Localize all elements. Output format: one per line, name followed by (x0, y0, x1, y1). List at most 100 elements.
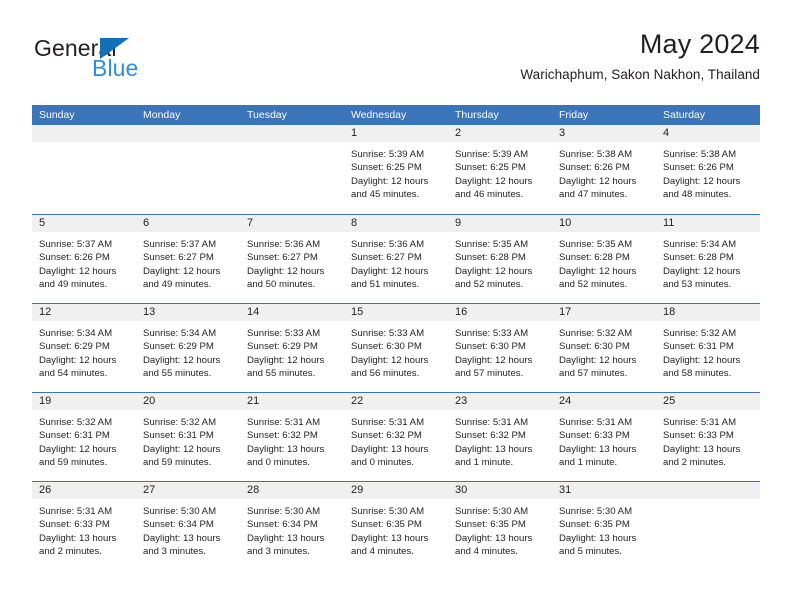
day-details: Sunrise: 5:30 AM Sunset: 6:35 PM Daylight:… (344, 499, 448, 559)
day-cell[interactable]: 19 Sunrise: 5:32 AM Sunset: 6:31 PM Dayligh… (32, 393, 136, 481)
sunrise-time: Sunrise: 5:31 AM (351, 417, 425, 428)
day-cell[interactable]: 21 Sunrise: 5:31 AM Sunset: 6:32 PM Dayligh… (240, 393, 344, 481)
daylight-duration-line2: and 53 minutes. (663, 279, 732, 291)
day-cell[interactable]: 12 Sunrise: 5:34 AM Sunset: 6:29 PM Dayligh… (32, 304, 136, 392)
daylight-duration-line1: Daylight: 12 hours (351, 265, 429, 277)
day-number-band: 6 (136, 215, 240, 232)
sunset-time: Sunset: 6:34 PM (143, 519, 214, 531)
daylight-duration-line1: Daylight: 12 hours (663, 175, 741, 187)
day-details: Sunrise: 5:32 AM Sunset: 6:31 PM Daylight:… (32, 410, 136, 470)
day-number: 16 (455, 306, 468, 318)
daylight-duration-line2: and 46 minutes. (455, 189, 524, 201)
general-blue-logo[interactable]: General Blue (32, 36, 262, 90)
sunrise-time: Sunrise: 5:33 AM (351, 328, 425, 339)
day-number: 5 (39, 217, 46, 229)
sunrise-time: Sunrise: 5:39 AM (351, 149, 425, 160)
calendar-week-inner: 19 Sunrise: 5:32 AM Sunset: 6:31 PM Dayligh… (32, 393, 760, 481)
day-cell[interactable]: 26 Sunrise: 5:31 AM Sunset: 6:33 PM Dayligh… (32, 482, 136, 570)
day-details: Sunrise: 5:32 AM Sunset: 6:30 PM Daylight:… (552, 321, 656, 381)
day-cell[interactable]: 29 Sunrise: 5:30 AM Sunset: 6:35 PM Dayligh… (344, 482, 448, 570)
day-details: Sunrise: 5:38 AM Sunset: 6:26 PM Daylight:… (656, 142, 760, 202)
day-cell[interactable]: 8 Sunrise: 5:36 AM Sunset: 6:27 PM Daylight… (344, 215, 448, 303)
day-number-band: 31 (552, 482, 656, 499)
daylight-duration-line1: Daylight: 13 hours (455, 532, 533, 544)
day-cell[interactable]: 1 Sunrise: 5:39 AM Sunset: 6:25 PM Daylight… (344, 125, 448, 214)
day-number: 24 (559, 395, 572, 407)
sunset-time: Sunset: 6:30 PM (455, 341, 526, 353)
daylight-duration-line2: and 49 minutes. (39, 279, 108, 291)
sunset-time: Sunset: 6:35 PM (351, 519, 422, 531)
day-cell[interactable]: 28 Sunrise: 5:30 AM Sunset: 6:34 PM Dayligh… (240, 482, 344, 570)
day-cell[interactable]: 20 Sunrise: 5:32 AM Sunset: 6:31 PM Dayligh… (136, 393, 240, 481)
day-number-band: 23 (448, 393, 552, 410)
day-cell[interactable]: 27 Sunrise: 5:30 AM Sunset: 6:34 PM Dayligh… (136, 482, 240, 570)
day-cell[interactable]: 24 Sunrise: 5:31 AM Sunset: 6:33 PM Dayligh… (552, 393, 656, 481)
calendar-weeks: 1 Sunrise: 5:39 AM Sunset: 6:25 PM Daylight… (32, 125, 760, 570)
day-cell[interactable]: 3 Sunrise: 5:38 AM Sunset: 6:26 PM Daylight… (552, 125, 656, 214)
sunset-time: Sunset: 6:28 PM (559, 252, 630, 264)
sunrise-time: Sunrise: 5:39 AM (455, 149, 529, 160)
sunset-time: Sunset: 6:25 PM (455, 162, 526, 174)
daylight-duration-line2: and 59 minutes. (143, 457, 212, 469)
daylight-duration-line1: Daylight: 12 hours (247, 265, 325, 277)
daylight-duration-line2: and 47 minutes. (559, 189, 628, 201)
day-number: 26 (39, 484, 52, 496)
day-number: 2 (455, 127, 462, 139)
day-number-band (32, 125, 136, 142)
day-cell[interactable]: 22 Sunrise: 5:31 AM Sunset: 6:32 PM Dayligh… (344, 393, 448, 481)
day-cell[interactable]: 30 Sunrise: 5:30 AM Sunset: 6:35 PM Dayligh… (448, 482, 552, 570)
day-cell[interactable]: 16 Sunrise: 5:33 AM Sunset: 6:30 PM Dayligh… (448, 304, 552, 392)
day-cell[interactable]: 6 Sunrise: 5:37 AM Sunset: 6:27 PM Daylight… (136, 215, 240, 303)
daylight-duration-line2: and 5 minutes. (559, 546, 622, 558)
sunset-time: Sunset: 6:34 PM (247, 519, 318, 531)
daylight-duration-line1: Daylight: 12 hours (39, 354, 117, 366)
day-cell[interactable]: 9 Sunrise: 5:35 AM Sunset: 6:28 PM Daylight… (448, 215, 552, 303)
day-number: 27 (143, 484, 156, 496)
day-cell[interactable]: 11 Sunrise: 5:34 AM Sunset: 6:28 PM Dayligh… (656, 215, 760, 303)
sunset-time: Sunset: 6:31 PM (39, 430, 110, 442)
sunset-time: Sunset: 6:32 PM (247, 430, 318, 442)
sunrise-time: Sunrise: 5:31 AM (247, 417, 321, 428)
day-number: 15 (351, 306, 364, 318)
day-cell[interactable]: 4 Sunrise: 5:38 AM Sunset: 6:26 PM Daylight… (656, 125, 760, 214)
day-cell[interactable]: 14 Sunrise: 5:33 AM Sunset: 6:29 PM Dayligh… (240, 304, 344, 392)
sunrise-time: Sunrise: 5:35 AM (455, 239, 529, 250)
daylight-duration-line1: Daylight: 13 hours (351, 532, 429, 544)
daylight-duration-line1: Daylight: 13 hours (559, 532, 637, 544)
daylight-duration-line1: Daylight: 12 hours (351, 354, 429, 366)
day-number-band: 25 (656, 393, 760, 410)
sunrise-time: Sunrise: 5:31 AM (559, 417, 633, 428)
sunset-time: Sunset: 6:28 PM (663, 252, 734, 264)
day-cell[interactable]: 2 Sunrise: 5:39 AM Sunset: 6:25 PM Daylight… (448, 125, 552, 214)
day-number-band: 12 (32, 304, 136, 321)
day-cell[interactable]: 17 Sunrise: 5:32 AM Sunset: 6:30 PM Dayligh… (552, 304, 656, 392)
sunrise-time: Sunrise: 5:35 AM (559, 239, 633, 250)
sunrise-time: Sunrise: 5:32 AM (143, 417, 217, 428)
day-cell[interactable]: 13 Sunrise: 5:34 AM Sunset: 6:29 PM Dayligh… (136, 304, 240, 392)
day-details: Sunrise: 5:32 AM Sunset: 6:31 PM Daylight:… (656, 321, 760, 381)
sunrise-time: Sunrise: 5:31 AM (455, 417, 529, 428)
day-cell[interactable]: 25 Sunrise: 5:31 AM Sunset: 6:33 PM Dayligh… (656, 393, 760, 481)
day-cell[interactable]: 23 Sunrise: 5:31 AM Sunset: 6:32 PM Dayligh… (448, 393, 552, 481)
day-cell[interactable]: 15 Sunrise: 5:33 AM Sunset: 6:30 PM Dayligh… (344, 304, 448, 392)
sunrise-time: Sunrise: 5:30 AM (455, 506, 529, 517)
day-number-band: 24 (552, 393, 656, 410)
day-number-band: 17 (552, 304, 656, 321)
day-cell[interactable]: 5 Sunrise: 5:37 AM Sunset: 6:26 PM Daylight… (32, 215, 136, 303)
day-details: Sunrise: 5:33 AM Sunset: 6:30 PM Daylight:… (448, 321, 552, 381)
sunrise-time: Sunrise: 5:34 AM (39, 328, 113, 339)
day-number-band: 28 (240, 482, 344, 499)
day-cell[interactable]: 31 Sunrise: 5:30 AM Sunset: 6:35 PM Dayligh… (552, 482, 656, 570)
day-cell[interactable]: 7 Sunrise: 5:36 AM Sunset: 6:27 PM Daylight… (240, 215, 344, 303)
day-number-band: 1 (344, 125, 448, 142)
daylight-duration-line2: and 58 minutes. (663, 368, 732, 380)
daylight-duration-line2: and 3 minutes. (143, 546, 206, 558)
day-cell[interactable]: 18 Sunrise: 5:32 AM Sunset: 6:31 PM Dayligh… (656, 304, 760, 392)
daylight-duration-line1: Daylight: 13 hours (455, 443, 533, 455)
sunset-time: Sunset: 6:33 PM (663, 430, 734, 442)
daylight-duration-line1: Daylight: 12 hours (559, 175, 637, 187)
day-cell[interactable]: 10 Sunrise: 5:35 AM Sunset: 6:28 PM Dayligh… (552, 215, 656, 303)
sunrise-time: Sunrise: 5:33 AM (455, 328, 529, 339)
day-number: 17 (559, 306, 572, 318)
calendar-week-inner: 1 Sunrise: 5:39 AM Sunset: 6:25 PM Daylight… (32, 125, 760, 214)
